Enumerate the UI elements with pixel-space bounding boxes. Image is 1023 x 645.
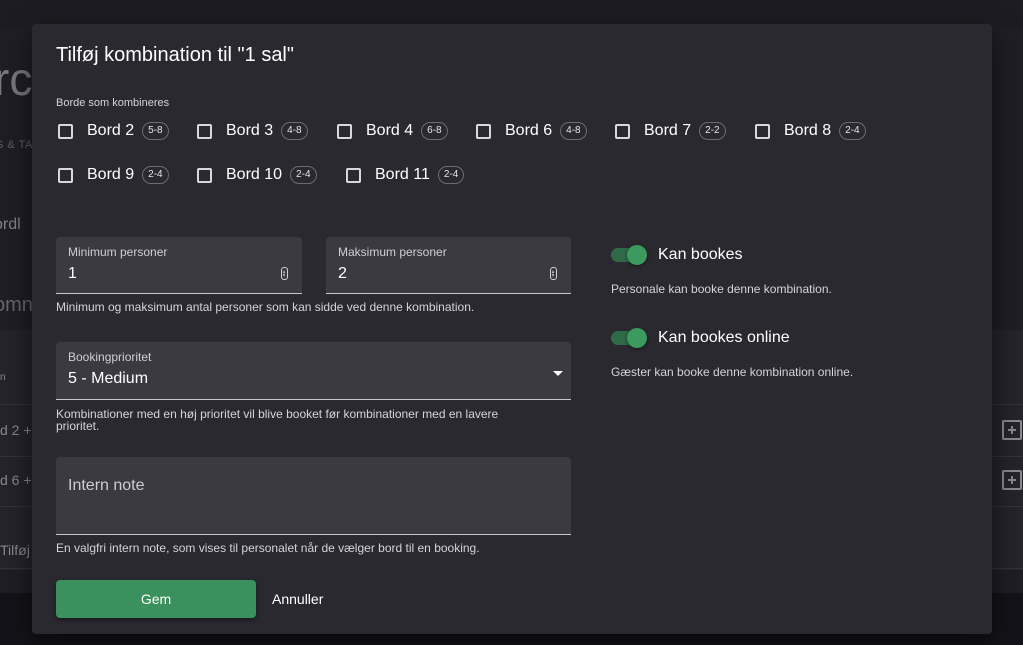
save-button[interactable]: Gem [56,580,256,618]
max-persons-value[interactable]: 2 [338,265,347,283]
table-checkbox-bord-2[interactable]: Bord 2 5-8 [58,119,169,143]
table-name: Bord 4 [366,122,414,139]
cancel-button[interactable]: Annuller [264,580,331,618]
add-combination-dialog: Tilføj kombination til "1 sal" Borde som… [32,24,992,634]
table-checkbox-bord-11[interactable]: Bord 11 2-4 [346,163,465,187]
capacity-chip: 2-4 [290,166,317,184]
tables-section-label: Borde som kombineres [56,97,170,109]
capacity-chip: 5-8 [142,122,169,140]
add-icon [1002,470,1022,490]
table-checkbox-bord-10[interactable]: Bord 10 2-4 [197,163,317,187]
table-name: Bord 3 [226,122,274,139]
toggle-thumb[interactable] [627,328,647,348]
background-page-title: rc [0,53,33,105]
booking-priority-select[interactable]: Bookingprioritet 5 - Medium [56,342,571,400]
booking-priority-label: Bookingprioritet [68,350,152,364]
background-subheading: S & TA [0,139,33,151]
capacity-chip: 6-8 [421,122,448,140]
background-section-title: omn [0,294,33,316]
internal-note-field[interactable]: Intern note [56,457,571,535]
bookable-toggle[interactable] [611,245,647,265]
min-persons-field[interactable]: Minimum personer 1 [56,237,302,294]
table-checkbox-bord-4[interactable]: Bord 4 6-8 [337,119,448,143]
table-name: Bord 6 [505,122,553,139]
checkbox[interactable] [337,123,352,139]
capacity-chip: 4-8 [281,122,308,140]
table-checkbox-bord-6[interactable]: Bord 6 4-8 [476,119,587,143]
priority-helper-text: Kombinationer med en høj prioritet vil b… [56,408,498,432]
background-row-label: d 6 + [0,472,32,488]
table-name: Bord 8 [784,122,832,139]
add-icon [1002,420,1022,440]
max-persons-field[interactable]: Maksimum personer 2 [326,237,571,294]
bookable-toggle-description: Personale kan booke denne kombination. [611,282,832,296]
dialog-title: Tilføj kombination til "1 sal" [56,44,294,66]
checkbox[interactable] [346,167,361,183]
checkbox[interactable] [476,123,491,139]
checkbox[interactable] [58,167,73,183]
table-checkbox-bord-8[interactable]: Bord 8 2-4 [755,119,866,143]
background-table-header: n [0,372,6,383]
table-checkbox-bord-9[interactable]: Bord 9 2-4 [58,163,169,187]
capacity-chip: 2-4 [437,166,465,184]
table-checkbox-bord-3[interactable]: Bord 3 4-8 [197,119,308,143]
table-name: Bord 10 [226,166,283,183]
stepper-icon[interactable] [550,267,557,280]
persons-helper-text: Minimum og maksimum antal personer som k… [56,300,475,314]
background-label: ordl [0,216,21,233]
max-persons-label: Maksimum personer [338,245,447,259]
priority-helper-line-2: prioritet. [56,419,100,433]
table-checkbox-bord-7[interactable]: Bord 7 2-2 [615,119,726,143]
toggle-thumb[interactable] [627,245,647,265]
bookable-toggle-label: Kan bookes [658,246,743,263]
bookable-online-toggle-description: Gæster kan booke denne kombination onlin… [611,365,854,379]
booking-priority-value: 5 - Medium [68,370,149,387]
min-persons-label: Minimum personer [68,245,168,259]
checkbox[interactable] [755,123,770,139]
background-row-label: d 2 + [0,422,32,438]
bookable-online-toggle-label: Kan bookes online [658,329,790,346]
capacity-chip: 2-4 [839,122,866,140]
background-row-label: Tilføj [0,542,30,558]
capacity-chip: 2-4 [142,166,169,184]
table-name: Bord 2 [87,122,135,139]
priority-helper-line-1: Kombinationer med en høj prioritet vil b… [56,407,499,421]
stepper-icon[interactable] [281,267,288,280]
checkbox[interactable] [615,123,630,139]
table-name: Bord 11 [375,166,430,183]
table-name: Bord 9 [87,166,135,183]
checkbox[interactable] [58,123,73,139]
chevron-down-icon[interactable] [553,371,563,376]
internal-note-placeholder[interactable]: Intern note [68,477,145,495]
checkbox[interactable] [197,123,212,139]
min-persons-value[interactable]: 1 [68,265,77,283]
note-helper-text: En valgfri intern note, som vises til pe… [56,541,480,555]
table-name: Bord 7 [644,122,692,139]
checkbox[interactable] [197,167,212,183]
capacity-chip: 2-2 [699,122,726,140]
capacity-chip: 4-8 [560,122,587,140]
bookable-online-toggle[interactable] [611,328,647,348]
